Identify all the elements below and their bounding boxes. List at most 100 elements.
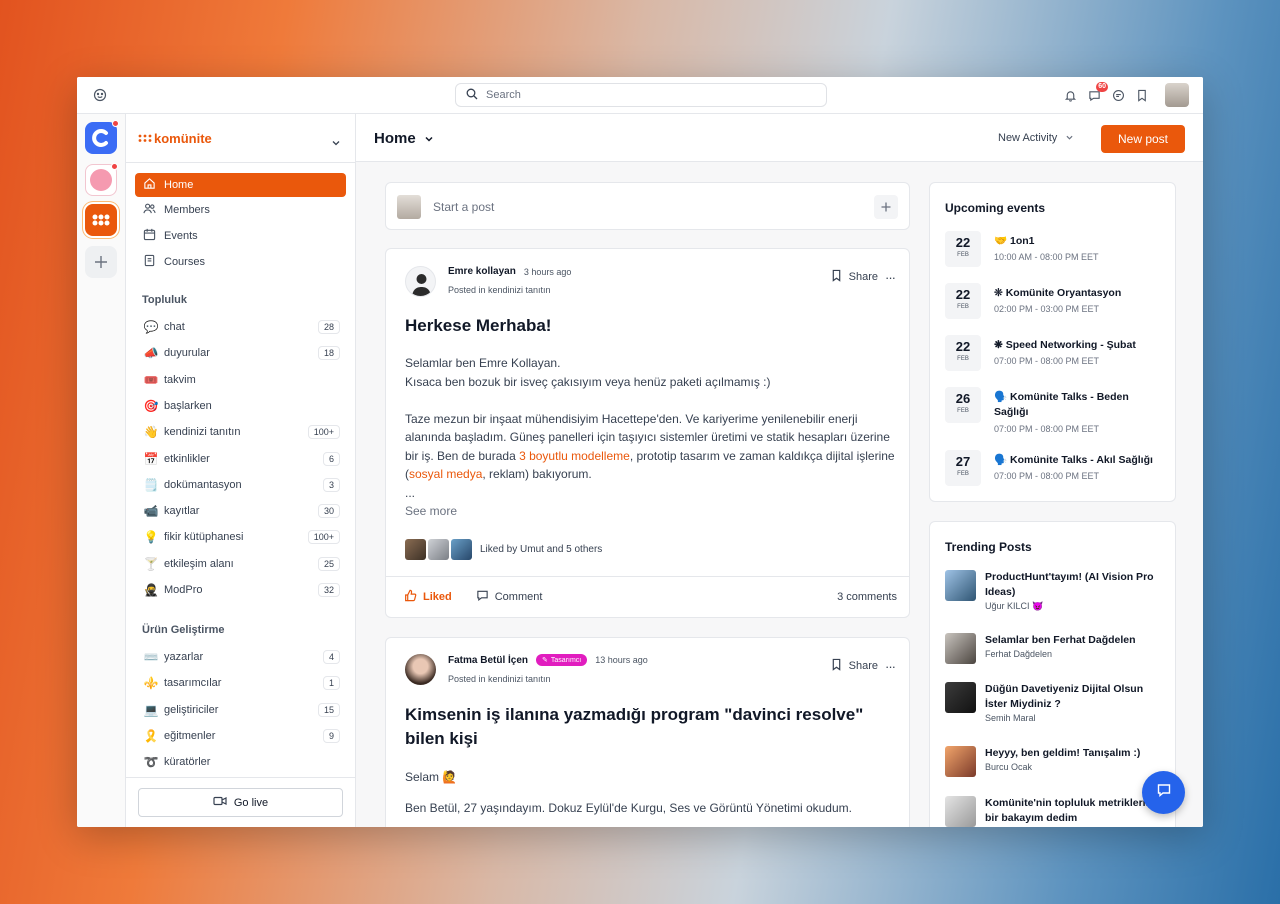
more-icon[interactable]: ··· (885, 270, 896, 285)
channel-count-badge: 3 (322, 477, 340, 492)
chevron-down-icon[interactable] (331, 134, 341, 152)
channel-item[interactable]: 🎯 başlarken (142, 396, 340, 416)
channel-item[interactable]: ⚜️ tasarımcılar 1 (142, 673, 340, 693)
share-button[interactable]: Share (849, 271, 878, 283)
event-item[interactable]: 27 FEB 🗣️ Komünite Talks - Akıl Sağlığı 07:… (945, 450, 1170, 492)
search-icon (466, 88, 478, 103)
author-avatar[interactable] (405, 654, 436, 685)
channel-emoji-icon: 📅 (143, 451, 159, 466)
nav-home[interactable]: Home (135, 173, 346, 197)
trending-posts-panel: Trending Posts ProductHunt'tayım! (AI Vi… (929, 521, 1176, 827)
chat-launcher-button[interactable] (1142, 771, 1185, 814)
event-date: 22 FEB (945, 335, 981, 371)
event-item[interactable]: 22 FEB ❊ Komünite Oryantasyon 02:00 PM - 03… (945, 283, 1170, 325)
bookmark-icon[interactable] (831, 658, 842, 674)
comment-label: Comment (494, 591, 543, 603)
author-name[interactable]: Fatma Betül İçen (448, 655, 528, 666)
role-tag-label: Tasarımcı (550, 656, 582, 664)
add-community-button[interactable] (85, 246, 117, 278)
post-card: Emre kollayan 3 hours ago Posted in kend… (385, 248, 910, 618)
channel-item[interactable]: 💻 geliştiriciler 15 (142, 700, 340, 720)
events-title: Upcoming events (945, 201, 1046, 215)
channel-emoji-icon: 🎯 (143, 398, 159, 413)
channel-item[interactable]: 👋 kendinizi tanıtın 100+ (142, 422, 340, 442)
channel-item[interactable]: 💬 chat 28 (142, 317, 340, 337)
user-avatar[interactable] (1165, 83, 1189, 107)
bookmark-icon[interactable] (1135, 88, 1149, 102)
event-item[interactable]: 22 FEB 🤝 1on1 10:00 AM - 08:00 PM EET (945, 231, 1170, 273)
event-date: 27 FEB (945, 450, 981, 486)
add-attachment-button[interactable] (874, 195, 898, 219)
post-actions: Share ··· (831, 658, 896, 674)
channel-count-badge: 30 (317, 504, 340, 519)
nav-events[interactable]: Events (135, 224, 346, 248)
channel-item[interactable]: 🎟️ takvim (142, 370, 340, 390)
liked-by[interactable]: Liked by Umut and 5 others (480, 544, 602, 555)
bell-icon[interactable] (1063, 88, 1077, 102)
comment-button[interactable]: Comment (476, 589, 543, 605)
bookmark-icon[interactable] (831, 269, 842, 285)
app-window: Search 60 komünite Home Members Events C… (77, 77, 1203, 827)
channel-item[interactable]: 💡 fikir kütüphanesi 100+ (142, 527, 340, 547)
channel-emoji-icon: ➰ (143, 755, 159, 770)
posted-in[interactable]: Posted in kendinizi tanıtın (448, 674, 551, 684)
channel-item[interactable]: 🎗️ eğitmenler 9 (142, 726, 340, 746)
page-title-text: Home (374, 130, 416, 147)
channel-item[interactable]: 📅 etkinlikler 6 (142, 449, 340, 469)
channel-count-badge: 4 (322, 650, 340, 664)
see-more-link[interactable]: See more (405, 502, 895, 521)
nav-members[interactable]: Members (135, 198, 346, 222)
trending-title: ProductHunt'tayım! (AI Vision Pro Ideas) (985, 571, 1154, 598)
channel-item[interactable]: ➰ küratörler (142, 752, 340, 772)
post-card: Fatma Betül İçen ✎ Tasarımcı 13 hours ag… (385, 637, 910, 827)
likers-avatars[interactable] (405, 539, 472, 560)
channel-emoji-icon: 💡 (143, 530, 159, 545)
thumbs-up-icon (404, 589, 417, 605)
more-icon[interactable]: ··· (885, 659, 896, 674)
community-app-pink[interactable] (85, 163, 118, 196)
channel-item[interactable]: 📹 kayıtlar 30 (142, 501, 340, 521)
body-link[interactable]: sosyal medya (409, 467, 482, 481)
channel-label: geliştiriciler (164, 703, 219, 716)
smiley-icon[interactable] (93, 88, 107, 102)
event-item[interactable]: 26 FEB 🗣️ Komünite Talks - Beden Sağlığı 07… (945, 387, 1170, 434)
community-app-komunite[interactable] (85, 204, 117, 236)
liked-button[interactable]: Liked (404, 589, 452, 605)
channel-label: etkileşim alanı (164, 557, 234, 570)
go-live-button[interactable]: Go live (138, 788, 343, 817)
messages-icon[interactable]: 60 (1087, 82, 1108, 102)
new-activity-dropdown[interactable]: New Activity (998, 132, 1074, 144)
channel-item[interactable]: 🗒️ dokümantasyon 3 (142, 475, 340, 495)
author-name[interactable]: Emre kollayan (448, 266, 516, 277)
channel-item[interactable]: ⌨️ yazarlar 4 (142, 647, 340, 667)
channel-emoji-icon: 🎟️ (143, 372, 159, 387)
event-item[interactable]: 22 FEB ❋ Speed Networking - Şubat 07:00 PM … (945, 335, 1170, 377)
brand-logo[interactable]: komünite (138, 130, 212, 146)
channel-item[interactable]: 🍸 etkileşim alanı 25 (142, 554, 340, 574)
compose-box[interactable]: Start a post (385, 182, 910, 230)
chat-bubble-icon[interactable] (1111, 88, 1125, 102)
sidebar: komünite Home Members Events Courses Top… (126, 114, 356, 827)
share-button[interactable]: Share (849, 660, 878, 672)
author-avatar[interactable] (405, 266, 436, 297)
channel-count-badge: 100+ (307, 425, 340, 440)
comments-count[interactable]: 3 comments (837, 591, 897, 603)
posted-in[interactable]: Posted in kendinizi tanıtın (448, 285, 551, 295)
body-link[interactable]: 3 boyutlu modelleme (519, 449, 630, 463)
new-post-button[interactable]: New post (1101, 125, 1185, 153)
community-app-c[interactable] (85, 120, 119, 154)
post-title[interactable]: Kimsenin iş ilanına yazmadığı program "d… (405, 703, 895, 751)
channel-count-badge: 9 (322, 728, 340, 743)
new-activity-label: New Activity (998, 132, 1058, 144)
nav-courses[interactable]: Courses (135, 250, 346, 274)
nav-label: Members (164, 204, 210, 216)
page-title[interactable]: Home (374, 130, 434, 147)
channel-label: başlarken (164, 399, 212, 412)
channel-item[interactable]: 📣 duyurular 18 (142, 343, 340, 363)
channel-item[interactable]: 🥷 ModPro 32 (142, 580, 340, 600)
post-title[interactable]: Herkese Merhaba! (405, 314, 551, 338)
channel-label: eğitmenler (164, 729, 216, 742)
body-line: Selam 🙋 (405, 770, 458, 784)
search-input[interactable]: Search (455, 83, 827, 107)
channel-label: küratörler (164, 756, 211, 769)
